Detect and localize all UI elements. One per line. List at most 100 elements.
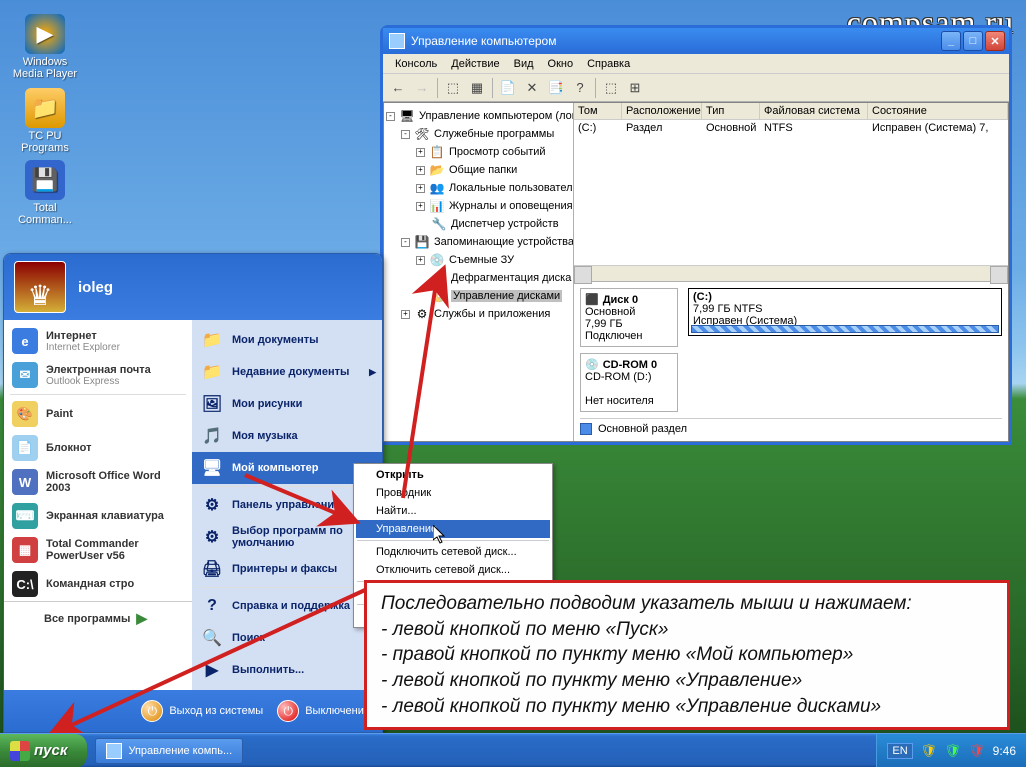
logoff-icon: ⏻ bbox=[141, 700, 163, 722]
language-indicator[interactable]: EN bbox=[887, 743, 912, 759]
start-menu-item[interactable]: eИнтернетInternet Explorer bbox=[4, 324, 192, 358]
start-button[interactable]: пуск bbox=[0, 734, 87, 767]
tree-twisty[interactable]: + bbox=[416, 148, 425, 157]
menu-view[interactable]: Вид bbox=[508, 56, 540, 72]
start-menu-item[interactable]: 🎨Paint bbox=[4, 397, 192, 431]
shutdown-button[interactable]: ⏻Выключение bbox=[277, 700, 370, 722]
tray-icon[interactable]: 🛡 bbox=[921, 743, 937, 759]
tray-icon[interactable]: 🛡 bbox=[945, 743, 961, 759]
minimize-button[interactable]: _ bbox=[941, 31, 961, 51]
desktop-icon-tc[interactable]: 💾 Total Comman... bbox=[10, 160, 80, 226]
maximize-button[interactable]: □ bbox=[963, 31, 983, 51]
tool-button[interactable]: ⊞ bbox=[624, 77, 646, 99]
logoff-button[interactable]: ⏻Выход из системы bbox=[141, 700, 263, 722]
column-header[interactable]: Файловая система bbox=[760, 103, 868, 119]
clock[interactable]: 9:46 bbox=[993, 744, 1016, 758]
export-button[interactable]: 📑 bbox=[545, 77, 567, 99]
disk-row[interactable]: ⬛Диск 0 Основной 7,99 ГБ Подключен (C:) … bbox=[580, 288, 1002, 347]
scrollbar-horizontal[interactable] bbox=[574, 265, 1008, 281]
folder-icon: ⚙ bbox=[200, 493, 224, 517]
all-programs-button[interactable]: Все программы ▶ bbox=[4, 601, 192, 635]
column-header[interactable]: Тип bbox=[702, 103, 760, 119]
tree-twisty[interactable]: + bbox=[401, 310, 410, 319]
up-button[interactable]: ⬚ bbox=[442, 77, 464, 99]
context-menu-item[interactable]: Управление bbox=[356, 520, 550, 538]
disk-type: Основной bbox=[585, 306, 673, 318]
tree-twisty[interactable]: + bbox=[416, 184, 425, 193]
item-label: Мои документы bbox=[232, 334, 319, 346]
start-menu-item[interactable]: ✉Электронная почтаOutlook Express bbox=[4, 358, 192, 392]
tree-item[interactable]: -🛠Служебные программы bbox=[386, 125, 571, 143]
start-menu-item[interactable]: 🖼Мои рисунки bbox=[192, 388, 382, 420]
tree-item[interactable]: +💿Съемные ЗУ bbox=[386, 251, 571, 269]
start-menu-item[interactable]: 📁Недавние документы▶ bbox=[192, 356, 382, 388]
tree-item[interactable]: -💾Запоминающие устройства bbox=[386, 233, 571, 251]
help-button[interactable]: ? bbox=[569, 77, 591, 99]
start-menu-item[interactable]: ⌨Экранная клавиатура bbox=[4, 499, 192, 533]
tree-item[interactable]: +⚙Службы и приложения bbox=[386, 305, 571, 323]
volume-panel: ⬛Диск 0 Основной 7,99 ГБ Подключен (C:) … bbox=[574, 281, 1008, 441]
tree-item[interactable]: 🔧Диспетчер устройств bbox=[386, 215, 571, 233]
refresh-button[interactable]: ✕ bbox=[521, 77, 543, 99]
context-menu-item[interactable]: Отключить сетевой диск... bbox=[356, 561, 550, 579]
column-header[interactable]: Состояние bbox=[868, 103, 1008, 119]
context-menu-item[interactable]: Проводник bbox=[356, 484, 550, 502]
tree-twisty[interactable]: + bbox=[416, 166, 425, 175]
context-menu-item[interactable]: Подключить сетевой диск... bbox=[356, 543, 550, 561]
tree-node-icon: 🔧 bbox=[431, 216, 447, 232]
back-button[interactable]: ← bbox=[387, 77, 409, 99]
disk-name: CD-ROM 0 bbox=[603, 359, 657, 371]
context-menu-item[interactable]: Найти... bbox=[356, 502, 550, 520]
folder-icon: 🔍 bbox=[200, 626, 224, 650]
tree-twisty[interactable]: - bbox=[401, 238, 410, 247]
close-button[interactable]: ✕ bbox=[985, 31, 1005, 51]
folder-icon: 🖥 bbox=[200, 456, 224, 480]
volume-bar[interactable]: (C:) 7,99 ГБ NTFS Исправен (Система) bbox=[688, 288, 1002, 336]
start-menu-item[interactable]: 🎵Моя музыка bbox=[192, 420, 382, 452]
column-header[interactable]: Расположение bbox=[622, 103, 702, 119]
properties-button[interactable]: 📄 bbox=[497, 77, 519, 99]
start-menu-item[interactable]: ▶Выполнить... bbox=[192, 654, 382, 686]
menu-window[interactable]: Окно bbox=[542, 56, 580, 72]
taskbar-item-mmc[interactable]: Управление компь... bbox=[95, 738, 243, 764]
tree-twisty[interactable]: - bbox=[386, 112, 395, 121]
tree-panel[interactable]: -🖥Управление компьютером (локал-🛠Служебн… bbox=[384, 103, 574, 441]
show-hide-button[interactable]: ▦ bbox=[466, 77, 488, 99]
start-menu-item[interactable]: ▦Total Commander PowerUser v56 bbox=[4, 533, 192, 567]
tree-item[interactable]: +📊Журналы и оповещения пр bbox=[386, 197, 571, 215]
folder-icon: 📁 bbox=[200, 328, 224, 352]
column-header[interactable]: Том bbox=[574, 103, 622, 119]
tray-icon[interactable]: 🛡 bbox=[969, 743, 985, 759]
tree-twisty[interactable]: + bbox=[416, 256, 425, 265]
tool-button[interactable]: ⬚ bbox=[600, 77, 622, 99]
context-menu-item[interactable]: Открыть bbox=[356, 466, 550, 484]
system-tray: EN 🛡 🛡 🛡 9:46 bbox=[876, 734, 1026, 767]
grid-row[interactable]: (C:)РазделОсновнойNTFSИсправен (Система)… bbox=[574, 120, 1008, 136]
desktop-icon-tcpu[interactable]: 📁 TC PU Programs bbox=[10, 88, 80, 154]
forward-button[interactable]: → bbox=[411, 77, 433, 99]
menu-help[interactable]: Справка bbox=[581, 56, 636, 72]
tree-item[interactable]: +📂Общие папки bbox=[386, 161, 571, 179]
tree-item[interactable]: 🔷Дефрагментация диска bbox=[386, 269, 571, 287]
tree-twisty[interactable]: + bbox=[416, 202, 425, 211]
start-menu-item[interactable]: 📁 Мои документы bbox=[192, 324, 382, 356]
tree-twisty[interactable]: - bbox=[401, 130, 410, 139]
menu-action[interactable]: Действие bbox=[445, 56, 505, 72]
cell: (C:) bbox=[574, 121, 622, 135]
tree-item[interactable]: +👥Локальные пользователи bbox=[386, 179, 571, 197]
item-subtitle: Outlook Express bbox=[46, 376, 151, 387]
tree-item[interactable]: 📀Управление дисками bbox=[386, 287, 571, 305]
window-titlebar[interactable]: Управление компьютером _ □ ✕ bbox=[383, 28, 1009, 54]
menu-console[interactable]: Консоль bbox=[389, 56, 443, 72]
desktop-icon-wmp[interactable]: ▶ Windows Media Player bbox=[10, 14, 80, 80]
tree-item[interactable]: -🖥Управление компьютером (локал bbox=[386, 107, 571, 125]
tree-node-label: Управление компьютером (локал bbox=[419, 110, 574, 122]
disk-size: 7,99 ГБ bbox=[585, 318, 673, 330]
disk-row[interactable]: 💿CD-ROM 0 CD-ROM (D:) Нет носителя bbox=[580, 353, 1002, 412]
tree-item[interactable]: +📋Просмотр событий bbox=[386, 143, 571, 161]
tree-node-label: Локальные пользователи bbox=[449, 182, 574, 194]
item-label: Мои рисунки bbox=[232, 398, 302, 410]
start-menu-item[interactable]: 📄Блокнот bbox=[4, 431, 192, 465]
start-menu-item[interactable]: WMicrosoft Office Word 2003 bbox=[4, 465, 192, 499]
start-menu-item[interactable]: C:\Командная стро bbox=[4, 567, 192, 601]
